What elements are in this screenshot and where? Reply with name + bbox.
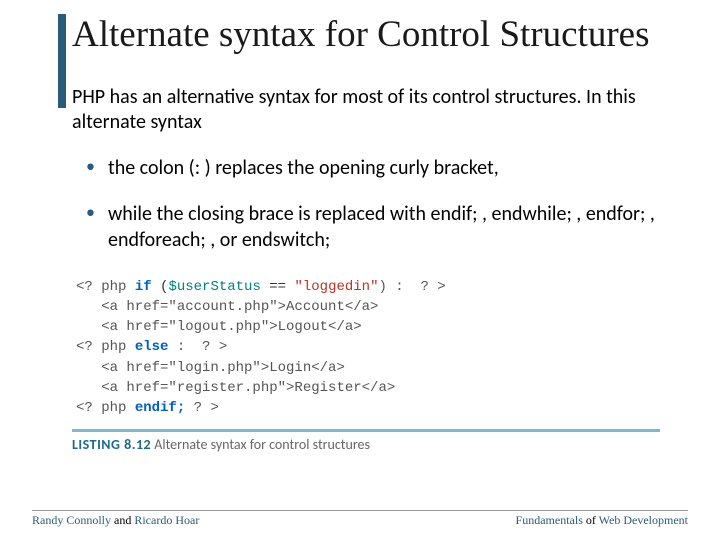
code-text: <? php — [76, 400, 135, 416]
footer-text: and — [111, 513, 134, 527]
code-text: <? php — [76, 339, 135, 355]
bullet-list: the colon (: ) replaces the opening curl… — [86, 155, 660, 253]
footer: Randy Connolly and Ricardo Hoar Fundamen… — [32, 510, 688, 528]
intro-text: PHP has an alternative syntax for most o… — [72, 85, 660, 135]
code-text: <? php — [76, 279, 135, 295]
listing-caption: LISTING 8.12 Alternate syntax for contro… — [72, 429, 660, 453]
code-text: ) : ? > — [378, 279, 445, 295]
code-text: == — [261, 279, 295, 295]
book-title: Fundamentals — [516, 513, 583, 527]
code-listing: <? php if ($userStatus == "loggedin") : … — [68, 273, 660, 423]
code-keyword: else — [135, 339, 169, 355]
caption-label: LISTING 8.12 — [72, 436, 151, 453]
slide-title: Alternate syntax for Control Structures — [72, 14, 660, 57]
code-var: $userStatus — [168, 279, 260, 295]
code-text: <a href="register.php">Register</a> — [76, 380, 395, 396]
code-text: : ? > — [168, 339, 227, 355]
author-name: Randy Connolly — [32, 513, 111, 527]
code-text: ? > — [185, 400, 219, 416]
code-text: <a href="account.php">Account</a> — [76, 299, 378, 315]
code-string: "loggedin" — [294, 279, 378, 295]
author-name: Ricardo Hoar — [134, 513, 199, 527]
code-keyword: if — [135, 279, 160, 295]
footer-left: Randy Connolly and Ricardo Hoar — [32, 513, 199, 528]
accent-bar — [58, 14, 66, 108]
bullet-item: while the closing brace is replaced with… — [86, 201, 660, 253]
footer-text: of — [583, 513, 599, 527]
book-title: Web Development — [599, 513, 688, 527]
slide-body: Alternate syntax for Control Structures … — [0, 0, 720, 453]
footer-right: Fundamentals of Web Development — [516, 513, 688, 528]
code-keyword: endif; — [135, 400, 185, 416]
code-text: <a href="logout.php">Logout</a> — [76, 319, 362, 335]
bullet-item: the colon (: ) replaces the opening curl… — [86, 155, 660, 181]
caption-text: Alternate syntax for control structures — [151, 436, 370, 453]
code-text: <a href="login.php">Login</a> — [76, 360, 345, 376]
